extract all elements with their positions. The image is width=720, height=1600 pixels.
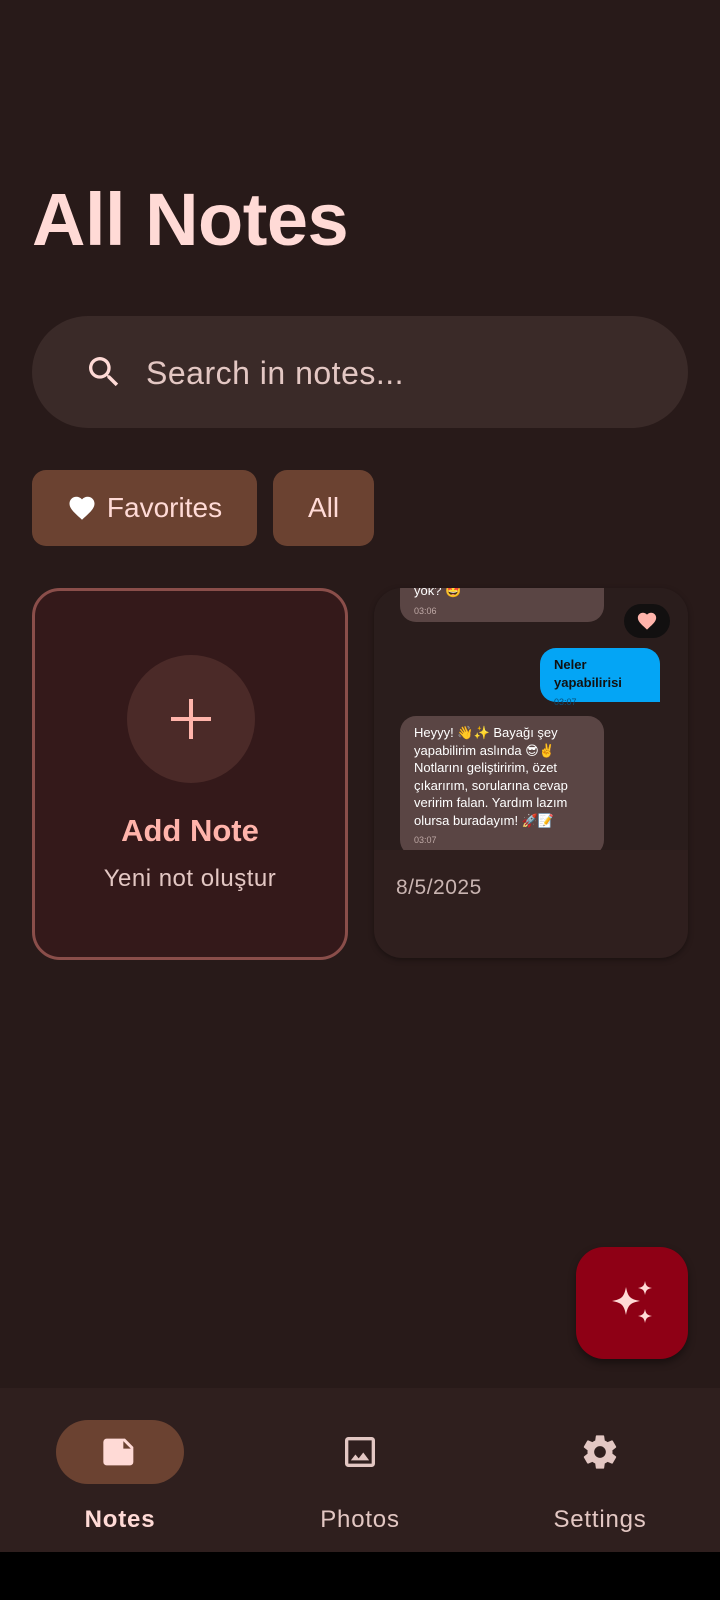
gear-icon bbox=[583, 1435, 617, 1469]
sparkles-icon bbox=[612, 1281, 652, 1323]
add-note-subtitle: Yeni not oluştur bbox=[103, 865, 277, 892]
nav-item-notes[interactable]: Notes bbox=[0, 1388, 240, 1552]
chip-label: All bbox=[307, 492, 340, 523]
note-card[interactable]: yok? 🤩 03:06 Neler yapabilirisi 03:07 He… bbox=[374, 588, 688, 958]
filter-chip-favorites[interactable]: Favorites bbox=[32, 470, 257, 546]
nav-item-photos[interactable]: Photos bbox=[240, 1388, 480, 1552]
search-icon bbox=[89, 357, 119, 387]
bottom-navigation: Notes Photos Settings bbox=[0, 1388, 720, 1552]
chip-label: Favorites bbox=[106, 492, 223, 523]
favorite-badge[interactable] bbox=[624, 604, 670, 638]
chat-bubble: yok? 🤩 03:06 bbox=[400, 588, 604, 622]
search-bar[interactable] bbox=[32, 316, 688, 428]
add-note-title: Add Note bbox=[121, 813, 259, 848]
heart-icon bbox=[637, 612, 657, 630]
chat-text: yok? 🤩 bbox=[414, 588, 462, 598]
add-note-card[interactable]: Add Note Yeni not oluştur bbox=[32, 588, 348, 960]
image-icon bbox=[345, 1437, 375, 1467]
search-input[interactable] bbox=[144, 346, 668, 400]
page-title: All Notes bbox=[32, 178, 349, 261]
filter-chip-all[interactable]: All bbox=[273, 470, 374, 546]
heart-icon bbox=[69, 496, 95, 520]
plus-icon bbox=[171, 699, 211, 739]
chat-time: 03:06 bbox=[414, 605, 437, 616]
note-date: 8/5/2025 bbox=[396, 876, 482, 899]
nav-label: Settings bbox=[553, 1506, 647, 1533]
chat-text: Heyyy! 👋✨ Bayağı şey yapabilirim aslında… bbox=[414, 725, 568, 828]
nav-label: Notes bbox=[84, 1506, 156, 1533]
system-navigation-bar bbox=[0, 1552, 720, 1600]
chat-time: 03:07 bbox=[554, 697, 577, 707]
note-icon bbox=[103, 1438, 134, 1466]
chat-text: Neler yapabilirisi bbox=[554, 657, 622, 690]
ai-fab-button[interactable] bbox=[576, 1247, 688, 1359]
chat-bubble: Neler yapabilirisi 03:07 bbox=[540, 648, 660, 707]
nav-label: Photos bbox=[320, 1506, 400, 1533]
chat-time: 03:07 bbox=[414, 835, 437, 845]
nav-item-settings[interactable]: Settings bbox=[480, 1388, 720, 1552]
chat-bubble: Heyyy! 👋✨ Bayağı şey yapabilirim aslında… bbox=[400, 716, 604, 850]
add-note-circle bbox=[127, 655, 255, 783]
